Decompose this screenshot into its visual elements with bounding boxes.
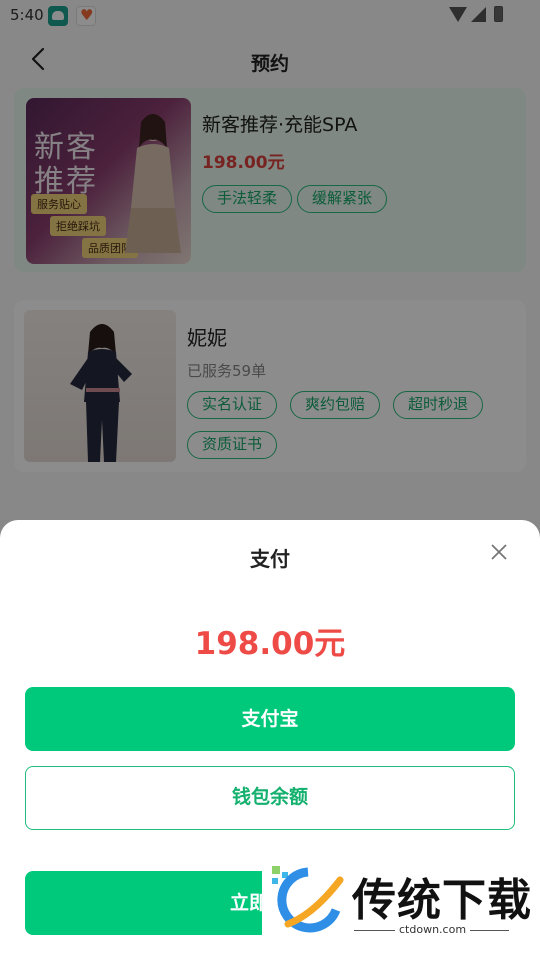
watermark-url: ctdown.com (395, 923, 471, 936)
watermark-brand: 传统下载 (352, 875, 532, 926)
payment-amount: 198.00元 (194, 626, 346, 662)
close-icon[interactable] (489, 542, 509, 562)
wallet-balance-button[interactable]: 钱包余额 (25, 766, 515, 830)
payment-title: 支付 (250, 547, 290, 571)
watermark-logo-icon (272, 866, 344, 933)
alipay-button[interactable]: 支付宝 (25, 687, 515, 751)
